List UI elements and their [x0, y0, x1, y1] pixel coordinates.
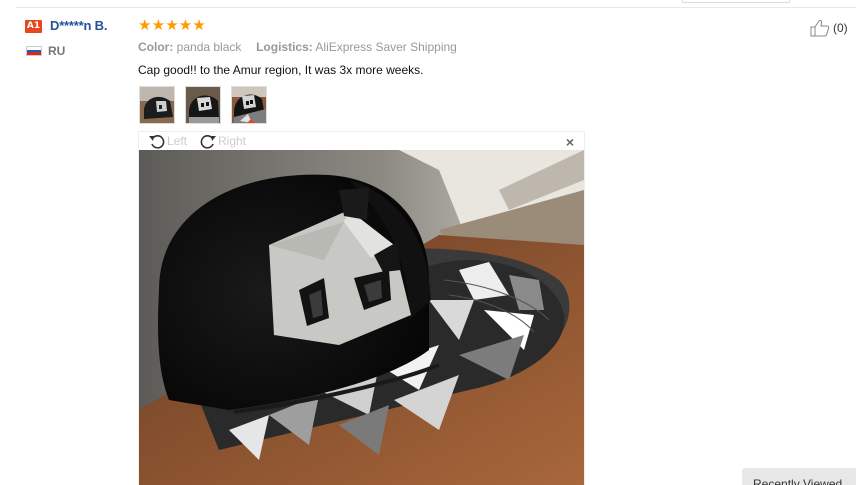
review-text: Cap good!! to the Amur region, It was 3x… — [138, 63, 424, 77]
close-icon[interactable]: × — [566, 134, 574, 150]
photo-viewer-toolbar: Left Right × — [139, 132, 584, 150]
order-info: Color: panda black Logistics: AliExpress… — [138, 40, 457, 54]
rotate-left-button[interactable]: Left — [148, 133, 187, 149]
photo-viewer: Left Right × — [138, 131, 585, 485]
review-photo-thumbnail-selected[interactable] — [231, 86, 267, 124]
star-icon: ★ — [178, 17, 193, 34]
buyer-level-badge: A1 — [25, 20, 42, 33]
review-photo-thumbnail[interactable] — [185, 86, 221, 124]
star-icon: ★ — [138, 17, 152, 34]
reviewer-name: D*****n B. — [50, 18, 108, 33]
logistics-value: AliExpress Saver Shipping — [315, 40, 457, 54]
review-photo — [139, 150, 584, 485]
helpful-button[interactable]: (0) — [810, 19, 848, 37]
reviewer-country: RU — [48, 44, 66, 58]
rotate-right-button[interactable]: Right — [199, 133, 246, 149]
rotate-left-icon — [149, 135, 165, 149]
review-photo-thumbnails — [139, 86, 277, 124]
star-icon: ★ — [192, 17, 206, 34]
pagination-box-fragment — [682, 0, 790, 3]
logistics-label: Logistics: — [256, 40, 313, 54]
rotate-right-label: Right — [218, 134, 247, 148]
thumbs-up-icon[interactable] — [810, 19, 830, 37]
top-divider — [16, 7, 856, 8]
color-value: panda black — [176, 40, 242, 54]
star-icon: ★ — [151, 17, 166, 34]
helpful-count: (0) — [833, 21, 848, 35]
color-label: Color: — [138, 40, 174, 54]
rotate-left-label: Left — [167, 134, 188, 148]
recently-viewed-tab[interactable]: Recently Viewed — [742, 468, 856, 485]
review-photo-thumbnail[interactable] — [139, 86, 175, 124]
rotate-right-icon — [200, 135, 216, 149]
star-icon: ★ — [165, 17, 179, 34]
russia-flag-icon — [26, 46, 42, 56]
star-rating: ★ ★ ★ ★ ★ — [138, 17, 206, 34]
